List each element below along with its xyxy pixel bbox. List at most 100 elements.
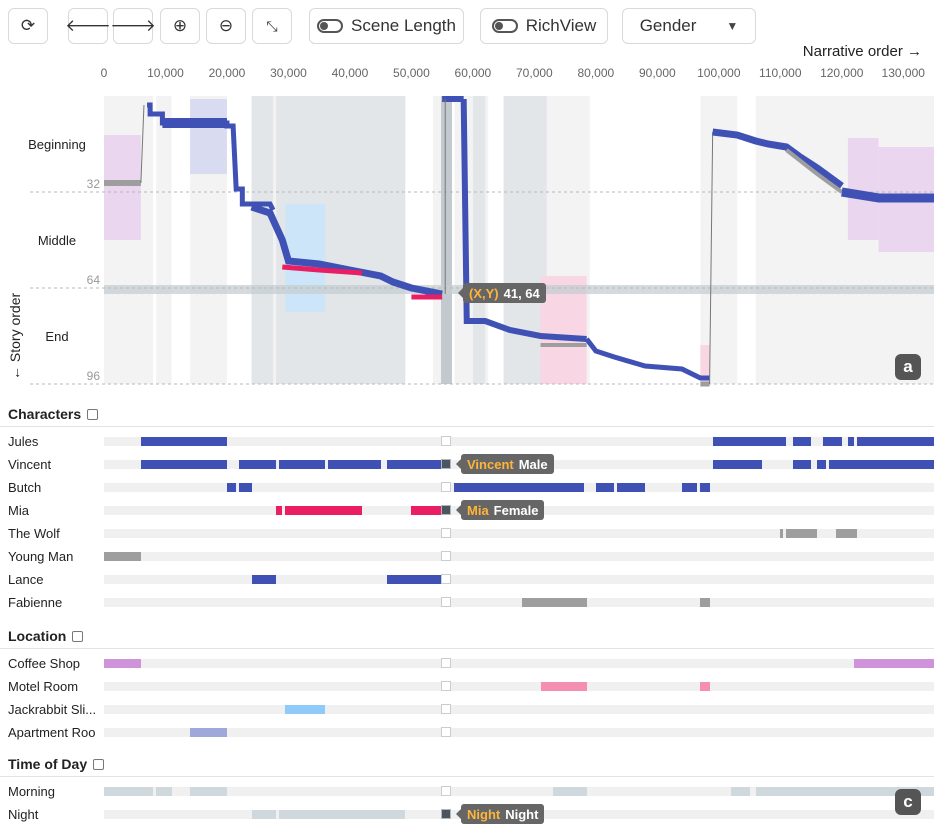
timeline-segment[interactable]	[823, 437, 842, 446]
timeline-track[interactable]	[104, 529, 934, 538]
row-tooltip: Vincent Male	[456, 454, 554, 474]
x-tick-label: 10,000	[147, 66, 184, 80]
scene-length-label: Scene Length	[351, 16, 456, 35]
timeline-segment[interactable]	[731, 787, 750, 796]
timeline-segment[interactable]	[140, 460, 227, 469]
timeline-segment[interactable]	[700, 483, 710, 492]
zoom-out-icon: ⊖	[218, 16, 234, 35]
richview-toggle[interactable]: RichView	[480, 8, 608, 44]
timeline-track[interactable]	[104, 705, 934, 714]
timeline-segment[interactable]	[239, 483, 252, 492]
region-label: Middle	[38, 233, 76, 248]
scene-marker	[441, 658, 451, 668]
timeline-segment[interactable]	[104, 659, 141, 668]
x-tick-label: 110,000	[759, 66, 802, 80]
scene-length-toggle[interactable]: Scene Length	[309, 8, 464, 44]
x-tick-label: 0	[100, 66, 108, 80]
timeline-track[interactable]	[104, 437, 934, 446]
refresh-button[interactable]: ⟳	[8, 8, 48, 44]
x-axis-title: Narrative order →	[802, 43, 922, 60]
timeline-segment[interactable]	[712, 437, 787, 446]
timeline-track[interactable]	[104, 659, 934, 668]
timeline-segment[interactable]	[829, 460, 934, 469]
scene-marker	[441, 528, 451, 538]
timeline-segment[interactable]	[847, 437, 855, 446]
scene-gap	[171, 96, 191, 384]
timeline-segment[interactable]	[712, 460, 762, 469]
timeline-segment[interactable]	[190, 728, 227, 737]
timeline-segment[interactable]	[386, 575, 443, 584]
location-header: Location	[8, 628, 84, 644]
timeline-segment[interactable]	[792, 437, 812, 446]
timeline-segment[interactable]	[411, 506, 443, 515]
timeline-track[interactable]	[104, 787, 934, 796]
timeline-segment[interactable]	[835, 529, 858, 538]
scene-marker	[441, 505, 451, 515]
timeline-segment[interactable]	[617, 483, 646, 492]
timeline-segment[interactable]	[780, 529, 784, 538]
collapse-button[interactable]: ⤡	[252, 8, 292, 44]
row-label: Night	[8, 807, 39, 822]
scene-marker	[441, 597, 451, 607]
timeline-segment[interactable]	[285, 506, 363, 515]
crosshair-tooltip: (X,Y) 41, 64	[458, 283, 546, 303]
tooltip-value: Female	[493, 502, 539, 518]
group-by-select[interactable]: Gender ▼	[622, 8, 756, 44]
timeline-segment[interactable]	[522, 598, 587, 607]
timeline-track[interactable]	[104, 575, 934, 584]
timeline-segment[interactable]	[140, 437, 227, 446]
timeline-segment[interactable]	[854, 659, 934, 668]
timeline-segment[interactable]	[190, 787, 227, 796]
section-checkbox[interactable]	[87, 408, 99, 420]
timeline-track[interactable]	[104, 682, 934, 691]
timeline-segment[interactable]	[104, 787, 154, 796]
timeline-segment[interactable]	[328, 460, 381, 469]
timeline-segment[interactable]	[792, 460, 812, 469]
timeline-track[interactable]	[104, 728, 934, 737]
timeline-segment[interactable]	[817, 460, 827, 469]
timeline-segment[interactable]	[454, 483, 584, 492]
crosshair-value: 41, 64	[503, 285, 540, 301]
x-tick-label: 50,000	[393, 66, 430, 80]
x-tick-label: 120,000	[820, 66, 864, 80]
timeline-track[interactable]	[104, 483, 934, 492]
scene-gap	[405, 96, 433, 384]
timeline-segment[interactable]	[251, 810, 277, 819]
timeline-segment[interactable]	[700, 682, 710, 691]
zoom-out-button[interactable]: ⊖	[206, 8, 246, 44]
y-tick-label: 64	[87, 273, 101, 287]
forward-button[interactable]: 🡒	[110, 8, 156, 44]
timeline-segment[interactable]	[276, 506, 283, 515]
timeline-segment[interactable]	[786, 529, 818, 538]
timeline-track[interactable]	[104, 552, 934, 561]
timeline-segment[interactable]	[540, 682, 587, 691]
story-timeline-plot[interactable]: 32 64 96 Beginning Middle End ← Story order	[0, 88, 934, 408]
timeline-segment[interactable]	[386, 460, 443, 469]
timeline-segment[interactable]	[552, 787, 587, 796]
section-checkbox[interactable]	[93, 758, 105, 770]
timeline-segment[interactable]	[251, 575, 277, 584]
timeline-segment[interactable]	[226, 483, 237, 492]
timeline-segment[interactable]	[239, 460, 277, 469]
back-button[interactable]: 🡐	[65, 8, 111, 44]
zoom-in-icon: ⊕	[172, 16, 188, 35]
zoom-in-button[interactable]: ⊕	[160, 8, 200, 44]
arrow-left-icon: 🡐	[65, 16, 111, 35]
section-title: Location	[8, 628, 67, 644]
timeline-segment[interactable]	[595, 483, 615, 492]
timeline-segment[interactable]	[279, 810, 406, 819]
timeline-segment[interactable]	[285, 705, 326, 714]
timeline-segment[interactable]	[104, 552, 141, 561]
timeline-track[interactable]	[104, 598, 934, 607]
richview-label: RichView	[525, 16, 597, 35]
scene-marker	[441, 551, 451, 561]
timeline-segment[interactable]	[857, 437, 934, 446]
section-checkbox[interactable]	[72, 630, 84, 642]
timeline-segment[interactable]	[681, 483, 698, 492]
scene-marker	[441, 459, 451, 469]
timeline-segment[interactable]	[156, 787, 172, 796]
plot-badge: a	[895, 354, 921, 380]
row-label: Jackrabbit Sli...	[8, 702, 96, 717]
timeline-segment[interactable]	[279, 460, 326, 469]
timeline-segment[interactable]	[700, 598, 710, 607]
